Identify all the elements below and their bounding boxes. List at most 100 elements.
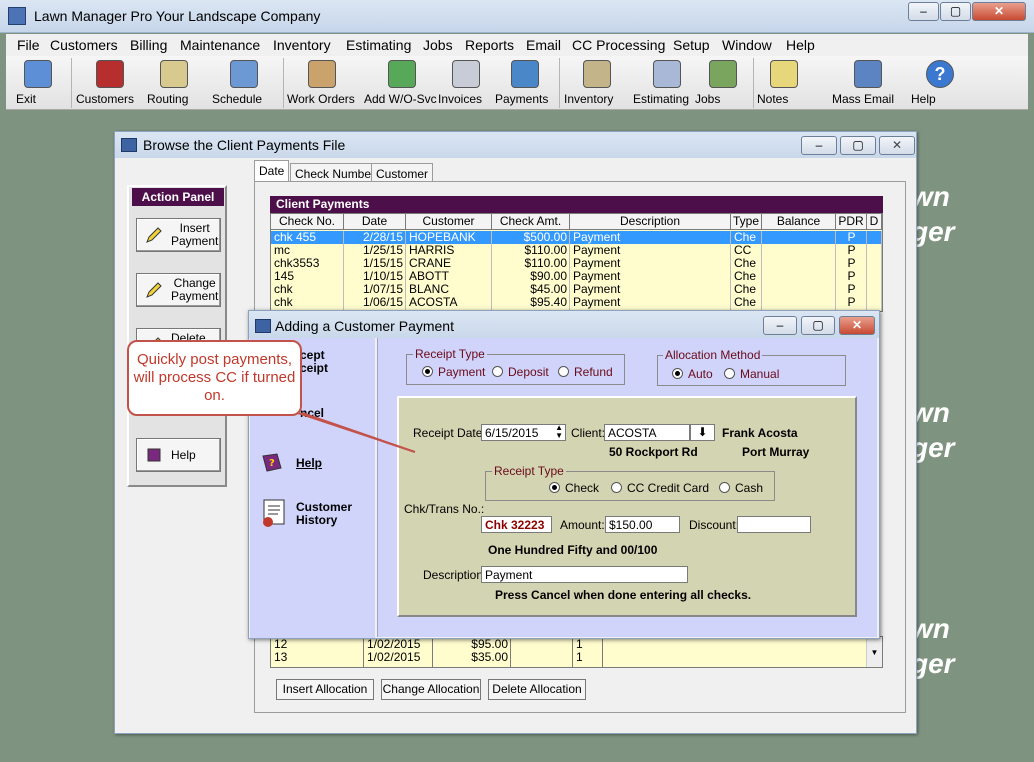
table-cell: 13 (274, 650, 288, 664)
toolbar-add-wo-button[interactable]: Add W/O-Svc (364, 58, 440, 108)
toolbar-separator (71, 58, 72, 108)
radio-deposit[interactable]: Deposit (492, 365, 549, 379)
dialog-close-button[interactable]: ✕ (839, 316, 875, 335)
toolbar-estimating-button[interactable]: Estimating (633, 58, 701, 108)
table-cell: 1/06/15 (362, 295, 403, 309)
payments-grid[interactable]: Check No. Date Customer Check Amt. Descripti… (270, 213, 883, 312)
toolbar-work-orders-button[interactable]: Work Orders (287, 58, 357, 108)
close-button[interactable]: ✕ (972, 2, 1026, 21)
receipt-type-group: Receipt Type Payment Deposit Refund (406, 347, 625, 385)
column-header[interactable]: Type (731, 214, 762, 230)
table-cell: 1 (576, 650, 583, 664)
change-line1: Change (173, 276, 216, 290)
browse-close-button[interactable]: ✕ (879, 136, 915, 155)
column-header[interactable]: Date (344, 214, 406, 230)
browse-minimize-button[interactable]: – (801, 136, 837, 155)
radio-cash[interactable]: Cash (719, 481, 763, 495)
toolbar-inventory-button[interactable]: Inventory (564, 58, 630, 108)
menu-customers[interactable]: Customers (50, 37, 118, 53)
insert-allocation-button[interactable]: Insert Allocation (276, 679, 374, 700)
column-divider (835, 231, 836, 311)
radio-check[interactable]: Check (549, 481, 599, 495)
insert-payment-label: Insert Payment (171, 222, 218, 248)
toolbar-routing-button[interactable]: Routing (147, 58, 200, 108)
browse-maximize-button[interactable]: ▢ (840, 136, 876, 155)
insert-payment-button[interactable]: Insert Payment (136, 218, 221, 252)
accept-receipt-button[interactable]: cept ceipt (300, 349, 328, 375)
toolbar-mass-email-button[interactable]: Mass Email (832, 58, 904, 108)
menu-window[interactable]: Window (722, 37, 772, 53)
radio-auto[interactable]: Auto (672, 367, 713, 381)
insert-line2: Payment (171, 234, 219, 248)
customer-history-button[interactable]: Customer History (260, 498, 370, 532)
help-button[interactable]: Help (136, 438, 221, 472)
radio-payment[interactable]: Payment (422, 365, 485, 379)
receipt-date-field[interactable]: 6/15/2015 ▲ ▼ (481, 424, 566, 441)
menu-inventory[interactable]: Inventory (273, 37, 331, 53)
menu-cc-processing[interactable]: CC Processing (572, 37, 665, 53)
spinner-icon[interactable]: ▲ ▼ (555, 424, 563, 440)
change-allocation-button[interactable]: Change Allocation (381, 679, 481, 700)
amount-field[interactable]: $150.00 (605, 516, 680, 533)
check-number-field[interactable]: Chk 32223 (481, 516, 552, 533)
column-header[interactable]: Balance (762, 214, 836, 230)
payment-doc-icon (121, 138, 137, 152)
tab-check-number[interactable]: Check Number (290, 163, 381, 183)
tab-customer[interactable]: Customer (371, 163, 434, 183)
toolbar-payments-button[interactable]: Payments (495, 58, 555, 108)
menu-reports[interactable]: Reports (465, 37, 514, 53)
table-cell: $95.40 (530, 295, 567, 309)
radio-manual[interactable]: Manual (724, 367, 779, 381)
column-header[interactable]: Check No. (271, 214, 344, 230)
column-header[interactable]: Description (570, 214, 731, 230)
amount-in-words: One Hundred Fifty and 00/100 (488, 543, 658, 557)
mass-email-icon (854, 60, 882, 88)
description-field[interactable]: Payment (481, 566, 688, 583)
client-name: Frank Acosta (722, 426, 798, 440)
delete-allocation-button[interactable]: Delete Allocation (488, 679, 586, 700)
chevron-down-icon: ⬇ (697, 425, 708, 439)
radio-refund[interactable]: Refund (558, 365, 613, 379)
notes-icon (770, 60, 798, 88)
menu-setup[interactable]: Setup (673, 37, 710, 53)
maximize-button[interactable]: ▢ (940, 2, 971, 21)
toolbar-schedule-button[interactable]: Schedule (212, 58, 276, 108)
client-city: Port Murray (742, 445, 810, 459)
change-payment-button[interactable]: Change Payment (136, 273, 221, 307)
radio-credit-card[interactable]: CC Credit Card (611, 481, 709, 495)
toolbar-jobs-button[interactable]: Jobs (695, 58, 751, 108)
toolbar-label: Notes (757, 92, 789, 106)
tab-date[interactable]: Date (254, 160, 290, 182)
menu-email[interactable]: Email (526, 37, 561, 53)
column-header[interactable]: Check Amt. (492, 214, 570, 230)
menu-billing[interactable]: Billing (130, 37, 167, 53)
menu-estimating[interactable]: Estimating (346, 37, 411, 53)
dialog-maximize-button[interactable]: ▢ (801, 316, 835, 335)
menu-jobs[interactable]: Jobs (423, 37, 453, 53)
toolbar-exit-button[interactable]: Exit (16, 58, 60, 108)
column-header[interactable]: PDR (836, 214, 867, 230)
dialog-minimize-button[interactable]: – (763, 316, 797, 335)
dialog-help-button[interactable]: ? Help (260, 452, 370, 476)
allocation-grid[interactable]: 12 1/02/2015 $95.00 1 13 1/02/2015 $35.00 1 ▼ (270, 636, 883, 668)
change-payment-label: Change Payment (171, 277, 218, 303)
discount-field[interactable] (737, 516, 811, 533)
column-divider (405, 231, 406, 311)
scrollbar[interactable]: ▼ (866, 637, 882, 667)
column-divider (491, 231, 492, 311)
menu-file[interactable]: File (17, 37, 40, 53)
toolbar-customers-button[interactable]: Customers (76, 58, 144, 108)
column-header[interactable]: D (867, 214, 882, 230)
menu-maintenance[interactable]: Maintenance (180, 37, 260, 53)
toolbar-notes-button[interactable]: Notes (757, 58, 811, 108)
menu-help[interactable]: Help (786, 37, 815, 53)
table-row[interactable]: chk 1/06/15 ACOSTA $95.40 Payment Che P (271, 296, 882, 309)
toolbar-invoices-button[interactable]: Invoices (438, 58, 493, 108)
app-title: Lawn Manager Pro Your Landscape Company (34, 8, 321, 24)
client-field[interactable]: ACOSTA (604, 424, 690, 441)
column-header[interactable]: Customer (406, 214, 492, 230)
client-lookup-button[interactable]: ⬇ (690, 424, 715, 441)
toolbar-help-button[interactable]: ? Help (911, 58, 969, 108)
minimize-button[interactable]: – (908, 2, 939, 21)
client-address: 50 Rockport Rd (609, 445, 698, 459)
